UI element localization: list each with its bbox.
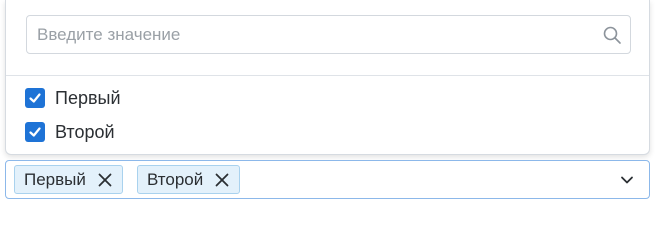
close-icon[interactable] — [96, 171, 114, 189]
chevron-down-icon[interactable] — [619, 173, 635, 187]
checkbox-checked[interactable] — [25, 88, 45, 108]
checkmark-icon — [29, 93, 41, 103]
selected-chip-first: Первый — [14, 165, 123, 194]
dropdown-panel: Первый Второй — [5, 0, 650, 155]
selected-chip-second: Второй — [137, 165, 241, 194]
multiselect-field[interactable]: Первый Второй — [5, 160, 650, 199]
search-box[interactable] — [26, 15, 631, 54]
option-label: Второй — [55, 121, 115, 142]
search-icon[interactable] — [602, 25, 622, 45]
divider — [6, 75, 649, 76]
close-icon[interactable] — [213, 171, 231, 189]
chip-label: Второй — [147, 169, 204, 189]
multiselect-widget: Первый Второй Первый Второй — [0, 0, 660, 211]
option-second[interactable]: Второй — [25, 120, 115, 144]
option-label: Первый — [55, 87, 121, 108]
checkmark-icon — [29, 127, 41, 137]
search-input[interactable] — [27, 16, 587, 53]
option-first[interactable]: Первый — [25, 86, 121, 110]
chip-label: Первый — [24, 169, 86, 189]
checkbox-checked[interactable] — [25, 122, 45, 142]
